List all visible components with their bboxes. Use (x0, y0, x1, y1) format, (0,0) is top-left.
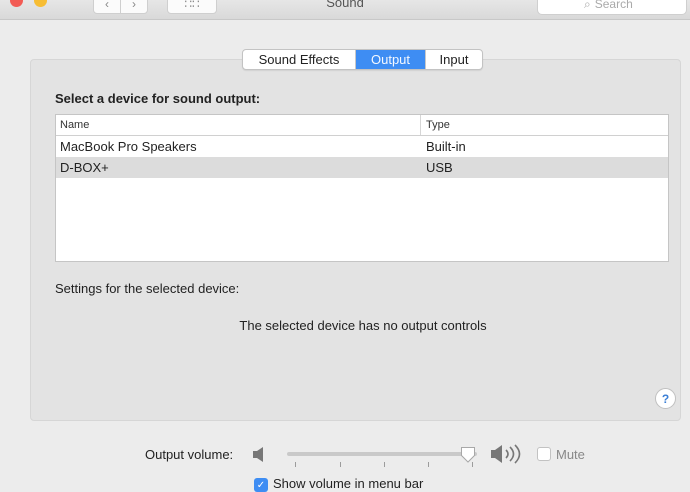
chevron-left-icon: ‹ (105, 0, 109, 11)
device-type: USB (426, 160, 453, 175)
search-placeholder: Search (594, 0, 633, 11)
close-window-button[interactable] (10, 0, 23, 7)
search-icon: ⌕ (584, 0, 591, 11)
device-type: Built-in (426, 139, 466, 154)
speaker-low-icon (253, 447, 263, 462)
table-header: Name Type (56, 115, 668, 136)
mute-label: Mute (556, 447, 585, 462)
tab-output[interactable]: Output (356, 50, 426, 69)
slider-tick (340, 462, 341, 467)
help-button[interactable]: ? (655, 388, 676, 409)
tab-bar: Sound Effects Output Input (242, 49, 483, 70)
grid-icon: ∷∷ (184, 0, 200, 11)
device-name: D-BOX+ (60, 160, 109, 175)
output-volume-label: Output volume: (145, 447, 234, 462)
show-volume-label: Show volume in menu bar (273, 476, 424, 491)
chevron-right-icon: › (132, 0, 136, 11)
mute-checkbox[interactable] (537, 447, 551, 461)
tab-sound-effects[interactable]: Sound Effects (243, 50, 356, 69)
column-header-type[interactable]: Type (421, 115, 668, 135)
device-name: MacBook Pro Speakers (60, 139, 197, 154)
device-list-heading: Select a device for sound output: (55, 91, 261, 106)
slider-tick (295, 462, 296, 467)
volume-slider-thumb[interactable] (460, 446, 476, 463)
table-row[interactable]: MacBook Pro Speakers Built-in (56, 136, 668, 157)
speaker-high-icon (491, 444, 521, 464)
tab-input[interactable]: Input (426, 50, 482, 69)
window-title: Sound (326, 0, 364, 10)
show-volume-checkbox[interactable]: ✓ (254, 478, 268, 492)
slider-tick (384, 462, 385, 467)
minimize-window-button[interactable] (34, 0, 47, 7)
title-bar: ‹ › ∷∷ Sound ⌕ Search (0, 0, 690, 20)
table-row[interactable]: D-BOX+ USB (56, 157, 668, 178)
show-all-button[interactable]: ∷∷ (167, 0, 217, 14)
output-device-table: Name Type MacBook Pro Speakers Built-in … (55, 114, 669, 262)
column-header-name[interactable]: Name (56, 115, 421, 135)
slider-tick (428, 462, 429, 467)
forward-button[interactable]: › (120, 0, 148, 14)
checkmark-icon: ✓ (256, 479, 266, 491)
settings-label: Settings for the selected device: (55, 281, 240, 296)
help-icon: ? (661, 391, 670, 406)
volume-slider-track[interactable] (287, 452, 477, 456)
back-button[interactable]: ‹ (93, 0, 121, 14)
no-controls-message: The selected device has no output contro… (239, 318, 487, 333)
search-field[interactable]: ⌕ Search (537, 0, 687, 15)
